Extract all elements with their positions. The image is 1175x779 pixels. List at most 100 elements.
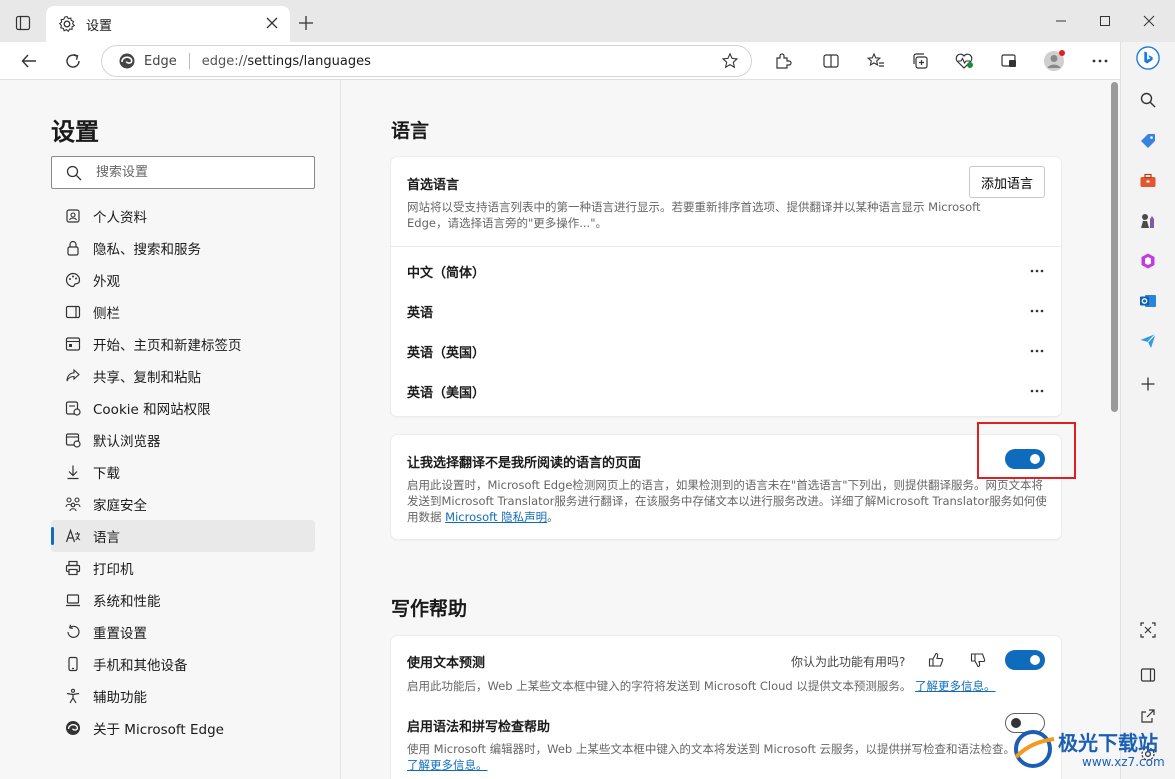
language-name: 英语 [407, 305, 434, 321]
nav-item-profile[interactable]: 个人资料 [51, 200, 315, 232]
settings-search[interactable] [51, 156, 315, 189]
office-button[interactable] [1136, 249, 1160, 273]
drop-button[interactable] [1136, 329, 1160, 353]
learn-more-link[interactable]: 了解更多信息。 [915, 679, 996, 693]
scrollbar-thumb[interactable] [1111, 82, 1118, 412]
divider [391, 246, 1061, 247]
browser-essentials-button[interactable] [952, 49, 976, 73]
screen-capture-icon [1140, 622, 1156, 638]
shopping-button[interactable] [1136, 129, 1160, 153]
more-horizontal-icon [1030, 269, 1044, 273]
collections-icon [913, 53, 928, 69]
language-row: 英语（英国） [407, 331, 1047, 371]
page-title: 设置 [51, 118, 99, 146]
profile-button[interactable] [1042, 49, 1066, 73]
bing-chat-button[interactable] [1136, 46, 1160, 70]
spellcheck-desc: 使用 Microsoft 编辑器时，Web 上某些文本框中键入的文本将发送到 M… [407, 741, 1047, 773]
puzzle-icon [776, 53, 792, 69]
screenshot-icon [1001, 54, 1016, 67]
nav-item-label: 个人资料 [93, 210, 147, 226]
nav-item-label: 默认浏览器 [93, 434, 161, 450]
favorites-icon [867, 52, 884, 67]
window-close-button[interactable] [1138, 10, 1160, 32]
nav-item-phone[interactable]: 手机和其他设备 [51, 648, 315, 680]
share-icon [65, 368, 81, 384]
star-icon [721, 52, 739, 69]
games-button[interactable] [1136, 209, 1160, 233]
site-name: Edge [144, 53, 177, 69]
thumbs-up-icon [928, 652, 944, 667]
screenshot-button[interactable] [1136, 618, 1160, 642]
more-actions-button[interactable] [1027, 383, 1047, 399]
address-bar[interactable]: Edge edge://settings/languages [101, 45, 752, 77]
sidebar-search-button[interactable] [1136, 88, 1160, 112]
plus-icon [1141, 377, 1155, 391]
nav-item-about[interactable]: 关于 Microsoft Edge [51, 712, 315, 744]
privacy-statement-link[interactable]: Microsoft 隐私声明 [445, 510, 547, 524]
nav-item-accessibility[interactable]: 辅助功能 [51, 680, 315, 712]
content-scrollbar[interactable] [1108, 80, 1120, 779]
more-actions-button[interactable] [1027, 343, 1047, 359]
back-button[interactable] [17, 49, 41, 73]
nav-item-printers[interactable]: 打印机 [51, 552, 315, 584]
more-actions-button[interactable] [1027, 263, 1047, 279]
text-prediction-toggle[interactable] [1005, 650, 1045, 670]
url-text: edge://settings/languages [202, 54, 371, 69]
extensions-button[interactable] [771, 49, 795, 73]
nav-item-privacy[interactable]: 隐私、搜索和服务 [51, 232, 315, 264]
sidebar-toggle-icon [1140, 668, 1156, 682]
thumbs-up-button[interactable] [927, 651, 945, 669]
phone-icon [65, 656, 81, 672]
language-row: 中文（简体） [407, 251, 1047, 291]
nav-item-sidebar[interactable]: 侧栏 [51, 296, 315, 328]
more-options-button[interactable] [1088, 49, 1112, 73]
collections-button[interactable] [908, 49, 932, 73]
profile-icon [65, 208, 81, 224]
nav-item-label: 系统和性能 [93, 594, 161, 610]
more-horizontal-icon [1030, 389, 1044, 393]
thumbs-down-button[interactable] [969, 651, 987, 669]
close-icon [266, 17, 278, 29]
more-actions-button[interactable] [1027, 303, 1047, 319]
learn-more-link[interactable]: 了解更多信息。 [407, 758, 488, 772]
site-permissions-icon [65, 400, 81, 416]
nav-item-reset[interactable]: 重置设置 [51, 616, 315, 648]
nav-item-label: 手机和其他设备 [93, 658, 188, 674]
maximize-button[interactable] [1094, 10, 1116, 32]
preferred-languages-card: 首选语言 添加语言 网站将以受支持语言列表中的第一种语言进行显示。若要重新排序首… [391, 157, 1061, 416]
nav-item-default-browser[interactable]: 默认浏览器 [51, 424, 315, 456]
nav-item-cookies[interactable]: Cookie 和网站权限 [51, 392, 315, 424]
nav-item-system[interactable]: 系统和性能 [51, 584, 315, 616]
nav-item-start-home[interactable]: 开始、主页和新建标签页 [51, 328, 315, 360]
refresh-icon [66, 53, 80, 68]
tools-button[interactable] [1136, 169, 1160, 193]
tab-actions-button[interactable] [10, 12, 36, 34]
more-horizontal-icon [1030, 349, 1044, 353]
watermark-name: 极光下载站 [1058, 731, 1158, 755]
search-icon [66, 165, 82, 181]
nav-item-appearance[interactable]: 外观 [51, 264, 315, 296]
new-tab-button[interactable] [296, 13, 316, 33]
more-horizontal-icon [1030, 309, 1044, 313]
refresh-button[interactable] [61, 49, 85, 73]
nav-item-downloads[interactable]: 下载 [51, 456, 315, 488]
split-screen-button[interactable] [819, 49, 843, 73]
close-tab-button[interactable] [264, 15, 280, 31]
add-sidebar-app-button[interactable] [1136, 372, 1160, 396]
nav-item-languages[interactable]: 语言 [51, 520, 315, 552]
performance-button[interactable] [997, 49, 1021, 73]
active-tab[interactable]: 设置 [46, 6, 290, 42]
minimize-button[interactable] [1050, 10, 1072, 32]
nav-item-family[interactable]: 家庭安全 [51, 488, 315, 520]
split-screen-icon [823, 54, 839, 68]
close-window-icon [1143, 15, 1155, 27]
nav-item-label: Cookie 和网站权限 [93, 402, 211, 418]
search-input[interactable] [96, 165, 296, 180]
favorite-star-button[interactable] [721, 52, 739, 70]
hide-sidebar-button[interactable] [1136, 663, 1160, 687]
add-language-button[interactable]: 添加语言 [969, 166, 1045, 198]
toolbox-icon [1140, 173, 1156, 187]
favorites-button[interactable] [864, 49, 888, 73]
outlook-button[interactable] [1136, 289, 1160, 313]
nav-item-share[interactable]: 共享、复制和粘贴 [51, 360, 315, 392]
